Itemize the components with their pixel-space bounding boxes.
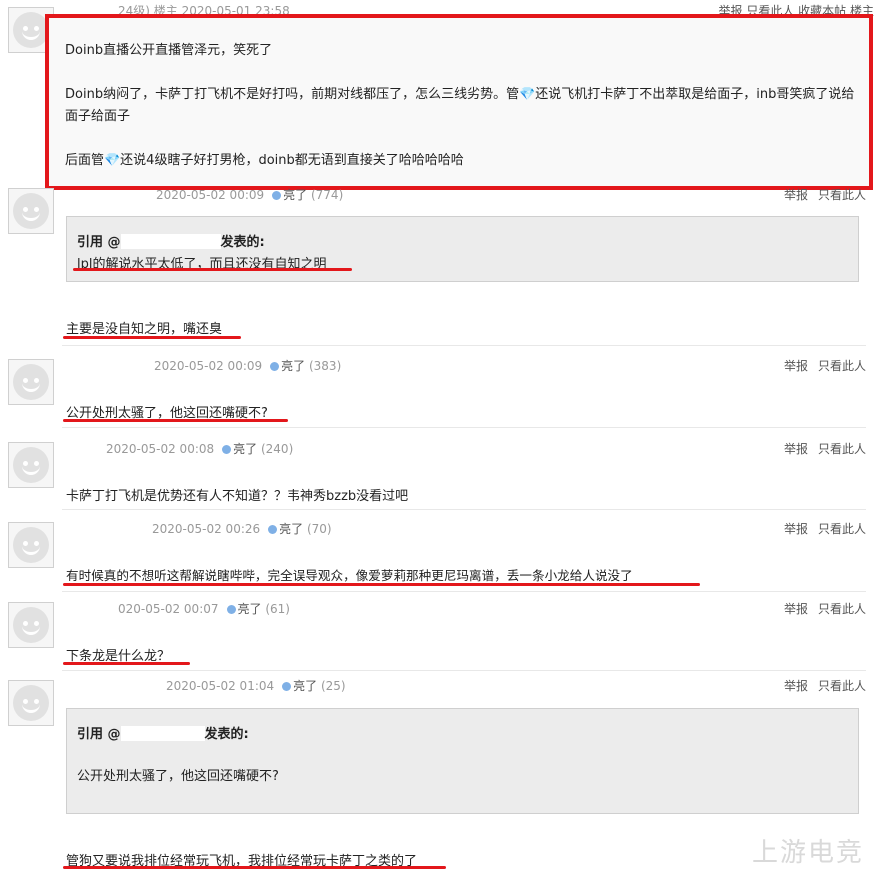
reply-actions[interactable]: 举报 只看此人 [774, 357, 866, 374]
liang-label[interactable]: 亮了 [281, 359, 305, 373]
bulb-icon[interactable] [222, 445, 232, 454]
quote-prefix: 引用 @ [77, 235, 121, 250]
reply-actions[interactable]: 举报 只看此人 [774, 677, 866, 694]
reply-date: 2020-05-02 00:09 [156, 188, 265, 202]
avatar[interactable] [8, 359, 54, 405]
quote-header: 引用 @ 发表的: [77, 723, 249, 742]
highlight-underline [63, 662, 190, 665]
highlight-underline [63, 583, 700, 586]
only-this-user-link[interactable]: 只看此人 [818, 522, 866, 536]
reply-actions[interactable]: 举报 只看此人 [774, 600, 866, 617]
bulb-icon[interactable] [268, 525, 278, 534]
only-this-user-link[interactable]: 只看此人 [818, 442, 866, 456]
avatar[interactable] [8, 680, 54, 726]
reply-meta: 2020-05-02 01:04 亮了 (25) [66, 677, 346, 694]
highlight-underline [73, 268, 352, 271]
report-link[interactable]: 举报 [784, 188, 808, 202]
avatar[interactable] [8, 602, 54, 648]
avatar[interactable] [8, 188, 54, 234]
like-count: (383) [308, 359, 342, 373]
reply-meta: 020-05-02 00:07 亮了 (61) [66, 600, 290, 617]
quote-box: 引用 @ 发表的: 公开处刑太骚了，他这回还嘴硬不? [66, 708, 859, 814]
post-paragraph-3: 后面管💎还说4级瞎子好打男枪，doinb都无语到直接关了哈哈哈哈哈 [65, 153, 464, 168]
only-this-user-link[interactable]: 只看此人 [818, 359, 866, 373]
post-paragraph-1: Doinb直播公开直播管泽元，笑死了 [65, 43, 273, 58]
report-link[interactable]: 举报 [784, 442, 808, 456]
bulb-icon[interactable] [272, 191, 282, 200]
reply-actions[interactable]: 举报 只看此人 [774, 440, 866, 457]
reply-date: 2020-05-02 00:26 [152, 522, 261, 536]
reply-text: 卡萨丁打飞机是优势还有人不知道？？韦神秀bzzb没看过吧 [66, 489, 409, 504]
report-link[interactable]: 举报 [784, 359, 808, 373]
liang-label[interactable]: 亮了 [233, 442, 257, 456]
quoted-username[interactable] [120, 726, 205, 741]
divider [62, 345, 866, 346]
liang-label[interactable]: 亮了 [279, 522, 303, 536]
quote-text: 公开处刑太骚了，他这回还嘴硬不? [77, 769, 279, 784]
like-count: (240) [260, 442, 294, 456]
quote-header: 引用 @ 发表的: [77, 231, 265, 250]
bulb-icon[interactable] [282, 682, 292, 691]
divider [62, 509, 866, 510]
post-paragraph-2: Doinb纳闷了，卡萨丁打飞机不是好打吗，前期对线都压了，怎么三线劣势。管💎还说… [65, 87, 855, 124]
liang-label[interactable]: 亮了 [293, 679, 317, 693]
reply-actions[interactable]: 举报 只看此人 [774, 186, 866, 203]
reply-meta: 2020-05-02 00:09 亮了 (383) [66, 357, 341, 374]
divider [62, 427, 866, 428]
divider [62, 670, 866, 671]
avatar[interactable] [8, 522, 54, 568]
reply-date: 2020-05-02 01:04 [166, 679, 275, 693]
bulb-icon[interactable] [270, 362, 280, 371]
divider [62, 591, 866, 592]
quoted-username[interactable] [120, 234, 221, 249]
reply-meta: 2020-05-02 00:26 亮了 (70) [66, 520, 332, 537]
avatar[interactable] [8, 442, 54, 488]
report-link[interactable]: 举报 [784, 602, 808, 616]
reply-meta: 2020-05-02 00:08 亮了 (240) [66, 440, 293, 457]
like-count: (25) [320, 679, 346, 693]
watermark: 上游电竞 [751, 838, 864, 868]
quote-suffix: 发表的: [204, 727, 249, 742]
reply-date: 2020-05-02 00:08 [106, 442, 215, 456]
reply-text: 主要是没自知之明，嘴还臭 [66, 322, 223, 337]
only-this-user-link[interactable]: 只看此人 [818, 679, 866, 693]
report-link[interactable]: 举报 [784, 679, 808, 693]
liang-label[interactable]: 亮了 [238, 602, 262, 616]
report-link[interactable]: 举报 [784, 522, 808, 536]
quote-suffix: 发表的: [220, 235, 265, 250]
only-this-user-link[interactable]: 只看此人 [818, 602, 866, 616]
quote-prefix: 引用 @ [77, 727, 121, 742]
reply-date: 2020-05-02 00:09 [154, 359, 263, 373]
highlighted-post: Doinb直播公开直播管泽元，笑死了 Doinb纳闷了，卡萨丁打飞机不是好打吗，… [45, 14, 873, 190]
liang-label[interactable]: 亮了 [283, 188, 307, 202]
reply-meta: 2020-05-02 00:09 亮了 (774) [156, 186, 343, 203]
quote-box: 引用 @ 发表的: lpl的解说水平太低了，而且还没有自知之明 [66, 216, 859, 282]
like-count: (774) [310, 188, 344, 202]
bulb-icon[interactable] [226, 605, 236, 614]
reply-text: 有时候真的不想听这帮解说瞎哔哔，完全误导观众，像爱萝莉那种更尼玛离谱，丢一条小龙… [66, 568, 633, 583]
highlight-underline [63, 866, 446, 869]
highlight-underline [63, 336, 241, 339]
like-count: (70) [306, 522, 332, 536]
highlight-underline [63, 419, 288, 422]
reply-date: 020-05-02 00:07 [118, 602, 219, 616]
only-this-user-link[interactable]: 只看此人 [818, 188, 866, 202]
like-count: (61) [265, 602, 290, 616]
reply-actions[interactable]: 举报 只看此人 [774, 520, 866, 537]
